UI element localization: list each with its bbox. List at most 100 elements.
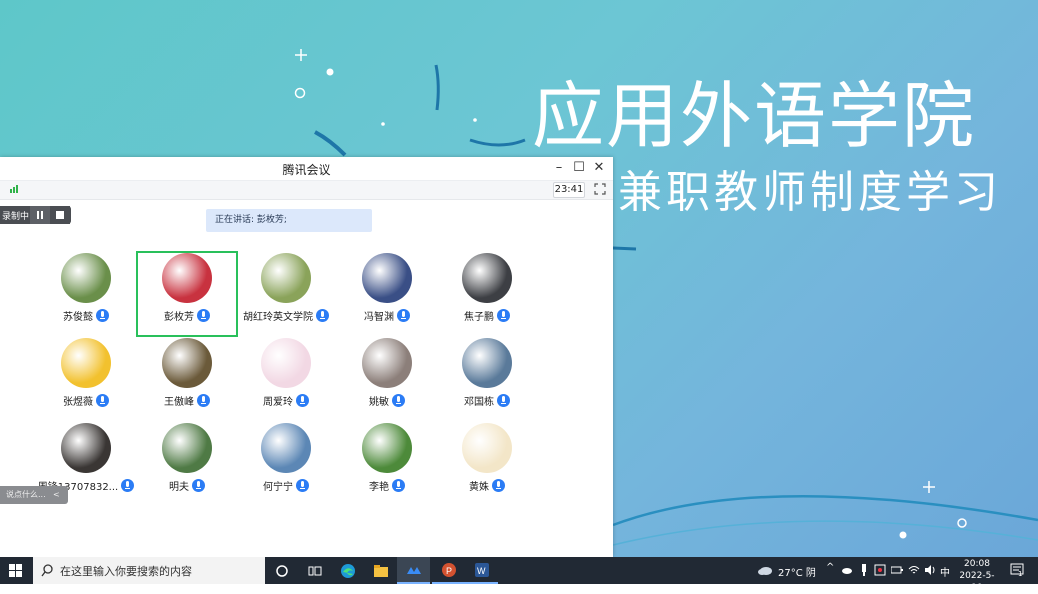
- slide-subtitle: 兼职教师制度学习: [618, 167, 1002, 218]
- participant-tile[interactable]: 邓国栋: [437, 337, 537, 421]
- maximize-button[interactable]: ☐: [569, 159, 589, 177]
- microphone-icon: [296, 394, 309, 407]
- windows-taskbar: 在这里输入你要搜索的内容 P W 27°C 阴 ^ 中 20:08 2022-5…: [0, 557, 1038, 593]
- edge-browser-icon[interactable]: [331, 557, 364, 584]
- participant-name: 胡红玲英文学院: [243, 312, 313, 323]
- microphone-icon: [296, 479, 309, 492]
- meeting-timer: 23:41: [553, 182, 585, 198]
- participant-tile[interactable]: 苏俊懿: [36, 252, 136, 336]
- svg-text:W: W: [477, 566, 486, 576]
- system-clock[interactable]: 20:08 2022-5-19: [957, 558, 997, 594]
- microphone-icon: [192, 479, 205, 492]
- microphone-icon: [121, 479, 135, 492]
- cortana-icon[interactable]: [265, 557, 298, 584]
- wifi-icon[interactable]: [908, 564, 920, 576]
- clock-date: 2022-5-19: [959, 571, 995, 593]
- meeting-toolbar: 23:41: [0, 181, 613, 200]
- participant-avatar: [261, 338, 311, 388]
- wave-decoration: [612, 520, 1038, 546]
- weather-text[interactable]: 27°C 阴: [778, 564, 816, 579]
- participant-avatar: [462, 338, 512, 388]
- notification-count: 1: [1018, 570, 1023, 578]
- participant-name-row: 何宁宁: [236, 478, 336, 493]
- onedrive-icon[interactable]: [841, 566, 853, 574]
- security-icon[interactable]: [874, 564, 886, 576]
- search-icon: [41, 564, 53, 577]
- fullscreen-icon[interactable]: [594, 183, 606, 195]
- participant-avatar: [261, 253, 311, 303]
- participant-tile[interactable]: 李艳: [337, 422, 437, 506]
- participant-tile[interactable]: 胡红玲英文学院: [236, 252, 336, 336]
- minimize-button[interactable]: –: [549, 159, 569, 177]
- microphone-icon: [397, 309, 410, 322]
- participant-name-row: 焦子鹏: [437, 308, 537, 323]
- show-hidden-icons[interactable]: ^: [826, 562, 834, 573]
- speaking-indicator: 正在讲话: 彭枚芳;: [206, 209, 372, 232]
- microphone-icon: [492, 479, 505, 492]
- windows-start-icon[interactable]: [9, 564, 22, 577]
- pause-icon: [37, 211, 43, 219]
- tencent-meeting-icon[interactable]: [397, 557, 430, 584]
- participant-tile[interactable]: 冯智渊: [337, 252, 437, 336]
- dot-decoration: [326, 68, 334, 76]
- svg-text:P: P: [446, 566, 452, 576]
- participant-name-row: 明夫: [137, 478, 237, 493]
- participant-avatar: [261, 423, 311, 473]
- volume-icon[interactable]: [924, 564, 936, 576]
- participant-avatar: [362, 338, 412, 388]
- word-icon[interactable]: W: [465, 557, 498, 584]
- participant-name-row: 张煜薇: [36, 393, 136, 408]
- stroke-decoration: [612, 246, 637, 251]
- participant-name-row: 冯智渊: [337, 308, 437, 323]
- participant-avatar: [362, 423, 412, 473]
- participant-tile[interactable]: 姚敏: [337, 337, 437, 421]
- participant-avatar: [162, 253, 212, 303]
- participant-tile[interactable]: 焦子鹏: [437, 252, 537, 336]
- participant-name: 王傲峰: [164, 397, 194, 408]
- close-button[interactable]: ✕: [589, 159, 609, 177]
- participant-name-row: 姚敏: [337, 393, 437, 408]
- stop-recording-button[interactable]: [50, 206, 70, 224]
- participant-avatar: [61, 253, 111, 303]
- microphone-icon: [96, 309, 109, 322]
- file-explorer-icon[interactable]: [364, 557, 397, 584]
- participant-tile[interactable]: 黄姝: [437, 422, 537, 506]
- taskbar-search-box[interactable]: 在这里输入你要搜索的内容: [33, 557, 265, 584]
- participant-avatar: [61, 338, 111, 388]
- participant-name: 何宁宁: [263, 482, 293, 493]
- dot-decoration: [473, 118, 477, 122]
- meeting-window: 腾讯会议 – ☐ ✕ 23:41 录制中 正在讲话: 彭枚芳; 苏俊懿 彭枚芳 胡红…: [0, 157, 613, 557]
- network-signal-icon[interactable]: [10, 185, 18, 193]
- microphone-icon: [392, 479, 405, 492]
- powerpoint-icon[interactable]: P: [432, 557, 465, 584]
- weather-cloud-icon[interactable]: [757, 564, 773, 576]
- participant-tile[interactable]: 周爱玲: [236, 337, 336, 421]
- microphone-icon: [392, 394, 405, 407]
- participant-name-row: 黄姝: [437, 478, 537, 493]
- participant-name: 黄姝: [469, 482, 489, 493]
- window-title: 腾讯会议: [282, 163, 331, 177]
- stroke-decoration: [434, 64, 440, 111]
- participant-tile[interactable]: 明夫: [137, 422, 237, 506]
- battery-icon[interactable]: [891, 566, 903, 574]
- recording-label: 录制中: [2, 211, 30, 222]
- participant-tile[interactable]: 张煜薇: [36, 337, 136, 421]
- clock-time: 20:08: [964, 559, 990, 569]
- participant-name: 李艳: [369, 482, 389, 493]
- chat-collapse-button[interactable]: <: [53, 486, 60, 504]
- participant-name-row: 李艳: [337, 478, 437, 493]
- usb-icon[interactable]: [860, 564, 868, 577]
- slide-title: 应用外语学院: [532, 74, 977, 158]
- participant-tile[interactable]: 何宁宁: [236, 422, 336, 506]
- pause-recording-button[interactable]: [30, 206, 50, 224]
- participant-tile[interactable]: 王傲峰: [137, 337, 237, 421]
- chat-input[interactable]: 说点什么... <: [0, 486, 68, 504]
- dot-decoration: [899, 531, 907, 539]
- input-method-indicator[interactable]: 中: [940, 564, 950, 579]
- participant-tile[interactable]: 彭枚芳: [136, 251, 238, 337]
- participant-name: 邓国栋: [464, 397, 494, 408]
- participant-name: 张煜薇: [63, 397, 93, 408]
- task-view-icon[interactable]: [298, 557, 331, 584]
- participant-avatar: [362, 253, 412, 303]
- window-titlebar[interactable]: 腾讯会议 – ☐ ✕: [0, 157, 613, 181]
